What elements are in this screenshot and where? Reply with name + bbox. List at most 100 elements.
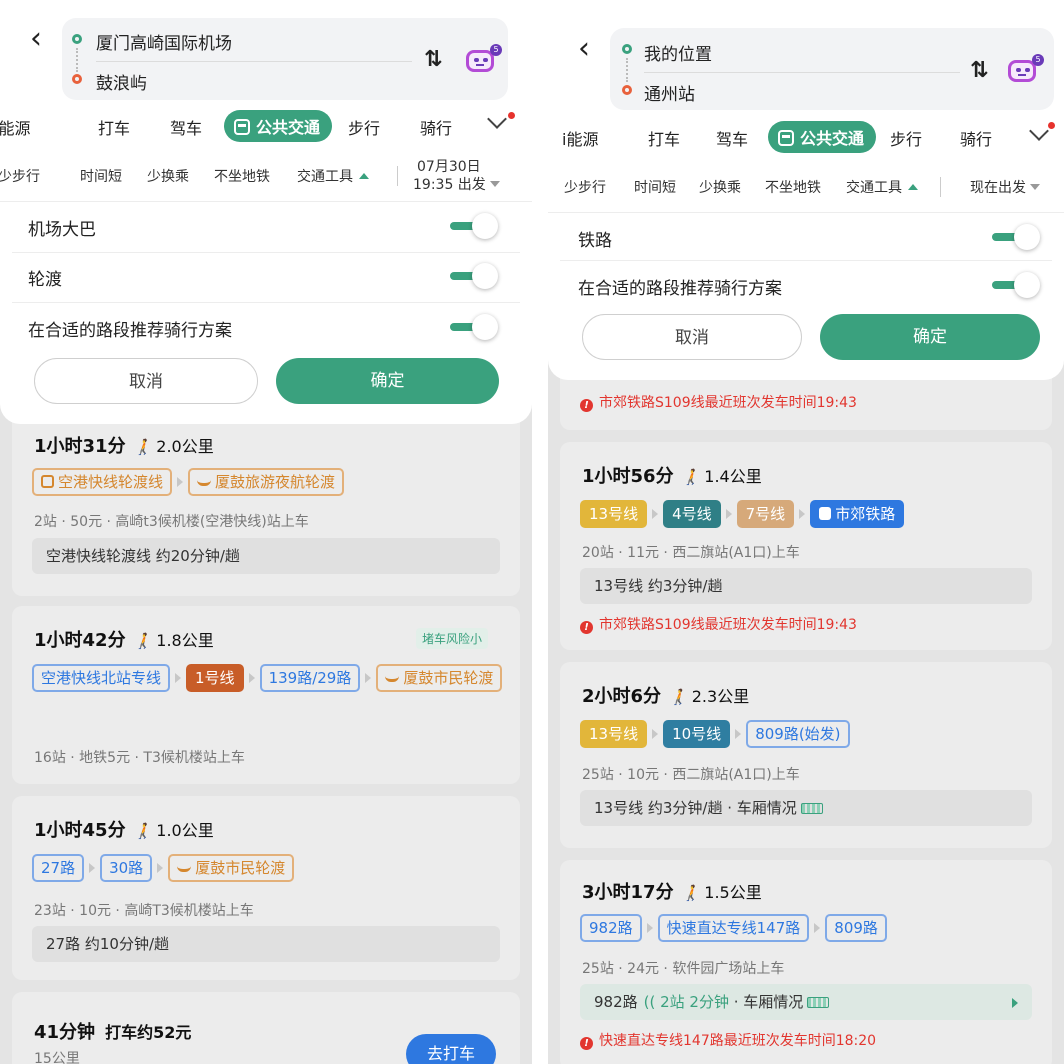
address-box: 我的位置 通州站 ⇅ 5 (610, 28, 1054, 110)
more-modes-chevron-icon[interactable] (487, 109, 507, 129)
route-frequency: 空港快线轮渡线 约20分钟/趟 (32, 538, 500, 574)
route-card[interactable]: 1小时42分 🚶 1.8公里 堵车风险小 空港快线北站专线 1号线 139路/29路… (12, 606, 520, 784)
more-modes-chevron-icon[interactable] (1029, 121, 1049, 141)
tab-public-transit[interactable]: 公共交通 (224, 110, 333, 142)
filter-less-walk[interactable]: 少步行 (0, 166, 40, 186)
route-duration: 1小时42分 🚶 1.8公里 (34, 630, 214, 651)
filter-less-transfer[interactable]: 少换乘 (699, 177, 741, 197)
route-card[interactable]: 2小时6分 🚶 2.3公里 13号线 10号线 809路(始发) 25站 · 10元… (560, 662, 1052, 848)
tab-taxi[interactable]: 打车 (648, 126, 680, 150)
filter-fast[interactable]: 时间短 (634, 177, 676, 197)
depart-time[interactable]: 19:35 出发 (413, 174, 500, 194)
route-frequency: 13号线 约3分钟/趟 · 车厢情况 (580, 790, 1032, 826)
filter-less-transfer[interactable]: 少换乘 (147, 166, 189, 186)
tab-bike[interactable]: 骑行 (960, 126, 992, 150)
line-chip: 空港快线轮渡线 (32, 468, 173, 496)
back-icon[interactable]: ‹ (30, 24, 42, 54)
assistant-robot-icon[interactable] (1008, 60, 1036, 82)
route-card[interactable]: 1小时56分 🚶 1.4公里 13号线 4号线 7号线 市郊铁路 20站 · 11元… (560, 442, 1052, 650)
caret-down-icon (489, 181, 500, 187)
back-icon[interactable]: ‹ (578, 34, 590, 64)
tab-energy[interactable]: i能源 (562, 126, 598, 150)
toggle-label-railway: 铁路 (578, 231, 612, 251)
route-lines: 空港快线轮渡线 厦鼓旅游夜航轮渡 (32, 468, 510, 496)
filter-vehicle-label: 交通工具 (846, 180, 902, 196)
cancel-button[interactable]: 取消 (34, 358, 258, 404)
walk-icon: 🚶 (681, 468, 701, 486)
route-frequency: 13号线 约3分钟/趟 (580, 568, 1032, 604)
filter-no-subway[interactable]: 不坐地铁 (214, 166, 270, 186)
address-divider (96, 61, 412, 62)
assistant-robot-icon[interactable] (466, 50, 494, 72)
route-frequency: 27路 约10分钟/趟 (32, 926, 500, 962)
line-chip: 30路 (100, 854, 153, 882)
tab-walk[interactable]: 步行 (348, 115, 380, 139)
divider (560, 260, 1052, 261)
route-options-sheet: ‹ 我的位置 通州站 ⇅ 5 i能源 打车 驾车 公共交通 步行 骑行 少步行 … (548, 0, 1064, 380)
tab-bike[interactable]: 骑行 (420, 115, 452, 139)
route-card[interactable]: 1小时31分 🚶 2.0公里 空港快线轮渡线 厦鼓旅游夜航轮渡 2站 · 50元 ·… (12, 412, 520, 596)
destination-input[interactable]: 鼓浪屿 (96, 69, 147, 94)
depart-date[interactable]: 07月30日 (417, 156, 481, 176)
line-chip: 139路/29路 (259, 664, 361, 692)
caret-up-icon (908, 184, 918, 190)
route-info: 25站 · 24元 · 软件园广场站上车 (582, 961, 785, 977)
route-realtime[interactable]: 982路(( 2站 2分钟 · 车厢情况 (580, 984, 1032, 1020)
filter-less-walk[interactable]: 少步行 (564, 177, 606, 197)
tab-drive[interactable]: 驾车 (716, 126, 748, 150)
cancel-button[interactable]: 取消 (582, 314, 802, 360)
assistant-badge: 5 (490, 44, 502, 56)
swap-icon[interactable]: ⇅ (970, 58, 988, 83)
toggle-bike-recommend[interactable] (450, 312, 500, 342)
line-chip: 982路 (580, 914, 642, 942)
tab-public-transit[interactable]: 公共交通 (768, 121, 877, 153)
filter-vehicle[interactable]: 交通工具 (297, 166, 369, 186)
line-chip: 13号线 (580, 720, 648, 748)
divider (12, 302, 520, 303)
toggle-railway[interactable] (992, 222, 1042, 252)
caret-up-icon (359, 173, 369, 179)
taxi-card[interactable]: 41分钟 打车约52元 15公里 去打车 (12, 992, 520, 1064)
go-taxi-button[interactable]: 去打车 (406, 1034, 496, 1064)
route-duration: 1小时31分 🚶 2.0公里 (34, 436, 214, 457)
carriage-crowd-icon (800, 803, 823, 814)
bus-icon (778, 130, 794, 146)
filter-no-subway[interactable]: 不坐地铁 (765, 177, 821, 197)
expand-arrow-icon (1012, 998, 1018, 1008)
confirm-button[interactable]: 确定 (276, 358, 499, 404)
tab-drive[interactable]: 驾车 (170, 115, 202, 139)
origin-input[interactable]: 我的位置 (644, 40, 712, 65)
filter-separator (397, 166, 398, 186)
filter-separator (940, 177, 941, 197)
route-info: 23站 · 10元 · 高崎T3候机楼站上车 (34, 903, 254, 919)
line-chip: 厦鼓市民轮渡 (376, 664, 503, 692)
toggle-bike-recommend[interactable] (992, 270, 1042, 300)
route-dots (76, 48, 78, 72)
toggle-ferry[interactable] (450, 261, 500, 291)
filter-fast[interactable]: 时间短 (80, 166, 122, 186)
origin-input[interactable]: 厦门高崎国际机场 (96, 29, 232, 54)
line-chip: 809路 (825, 914, 887, 942)
divider (12, 252, 520, 253)
walk-icon: 🚶 (133, 822, 153, 840)
left-phone-screen: ‹ 厦门高崎国际机场 鼓浪屿 ⇅ 5 i能源 打车 驾车 公共交通 步行 骑行 … (0, 0, 532, 1064)
destination-input[interactable]: 通州站 (644, 80, 695, 105)
address-box: 厦门高崎国际机场 鼓浪屿 ⇅ 5 (62, 18, 508, 100)
route-card[interactable]: 3小时17分 🚶 1.5公里 982路 快速直达专线147路 809路 25站 · … (560, 860, 1052, 1064)
depart-time[interactable]: 现在出发 (970, 177, 1040, 197)
confirm-button[interactable]: 确定 (820, 314, 1040, 360)
line-chip: 快速直达专线147路 (657, 914, 810, 942)
filter-vehicle[interactable]: 交通工具 (846, 177, 918, 197)
line-chip: 4号线 (663, 500, 721, 528)
swap-icon[interactable]: ⇅ (424, 47, 442, 72)
walk-icon: 🚶 (133, 632, 153, 650)
route-duration: 1小时45分 🚶 1.0公里 (34, 820, 214, 841)
tab-public-transit-label: 公共交通 (256, 118, 321, 137)
tab-taxi[interactable]: 打车 (98, 115, 130, 139)
line-chip: 809路(始发) (746, 720, 850, 748)
tab-energy[interactable]: i能源 (0, 115, 30, 139)
tab-walk[interactable]: 步行 (890, 126, 922, 150)
route-dots (626, 58, 628, 82)
route-card[interactable]: 1小时45分 🚶 1.0公里 27路 30路 厦鼓市民轮渡 23站 · 10元 · … (12, 796, 520, 980)
toggle-airport-bus[interactable] (450, 211, 500, 241)
